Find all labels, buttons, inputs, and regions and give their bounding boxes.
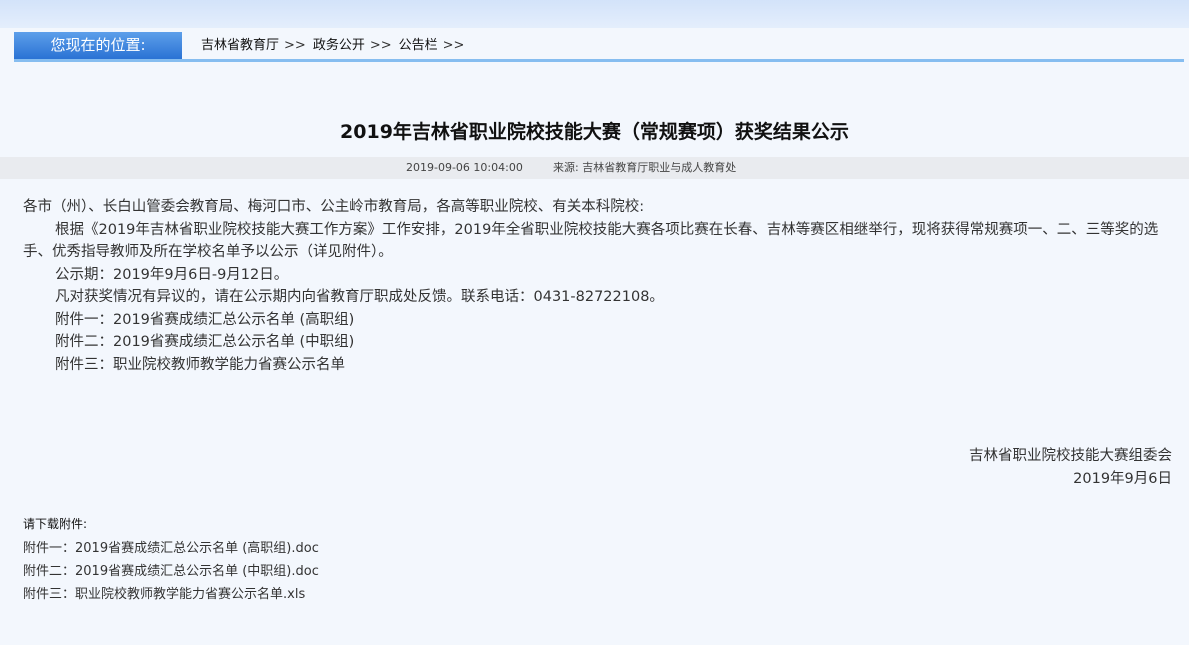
publicity-period: 公示期：2019年9月6日-9月12日。 xyxy=(55,266,289,283)
article-source: 来源: 吉林省教育厅职业与成人教育处 xyxy=(553,161,737,174)
download-attachments: 请下载附件: 附件一：2019省赛成绩汇总公示名单 (高职组).doc 附件二：… xyxy=(23,515,623,606)
breadcrumb-separator: >> xyxy=(442,38,465,53)
download-link-2[interactable]: 附件二：2019省赛成绩汇总公示名单 (中职组).doc xyxy=(23,560,623,583)
article-body: 各市（州）、长白山管委会教育局、梅河口市、公主岭市教育局，各高等职业院校、有关本… xyxy=(23,196,1173,376)
body-paragraph: 根据《2019年吉林省职业院校技能大赛工作方案》工作安排，2019年全省职业院校… xyxy=(23,221,1159,261)
signature-date: 2019年9月6日 xyxy=(1073,471,1172,487)
contact-info: 凡对获奖情况有异议的，请在公示期内向省教育厅职成处反馈。联系电话：0431-82… xyxy=(55,289,664,305)
signature: 吉林省职业院校技能大赛组委会 2019年9月6日 xyxy=(969,445,1172,491)
article-meta: 2019-09-06 10:04:00 来源: 吉林省教育厅职业与成人教育处 xyxy=(0,157,1189,179)
annex-line-3: 附件三：职业院校教师教学能力省赛公示名单 xyxy=(55,356,345,373)
breadcrumb: 您现在的位置: 吉林省教育厅 >> 政务公开 >> 公告栏 >> xyxy=(14,32,1184,62)
download-title: 请下载附件: xyxy=(23,517,88,531)
breadcrumb-item-public-affairs[interactable]: 政务公开 xyxy=(313,32,365,59)
download-link-3[interactable]: 附件三：职业院校教师教学能力省赛公示名单.xls xyxy=(23,583,623,606)
annex-line-1: 附件一：2019省赛成绩汇总公示名单 (高职组) xyxy=(55,311,355,328)
breadcrumb-path: 吉林省教育厅 >> 政务公开 >> 公告栏 >> xyxy=(201,32,471,59)
breadcrumb-separator: >> xyxy=(369,38,392,53)
breadcrumb-separator: >> xyxy=(284,38,306,53)
download-link-1[interactable]: 附件一：2019省赛成绩汇总公示名单 (高职组).doc xyxy=(23,537,623,560)
breadcrumb-item-bulletin[interactable]: 公告栏 xyxy=(399,32,438,59)
breadcrumb-label: 您现在的位置: xyxy=(14,32,182,59)
annex-line-2: 附件二：2019省赛成绩汇总公示名单 (中职组) xyxy=(55,334,355,350)
breadcrumb-item-education-dept[interactable]: 吉林省教育厅 xyxy=(201,32,279,59)
top-banner xyxy=(0,0,1189,28)
salutation: 各市（州）、长白山管委会教育局、梅河口市、公主岭市教育局，各高等职业院校、有关本… xyxy=(23,199,645,215)
publish-date: 2019-09-06 10:04:00 xyxy=(406,161,523,174)
article-title: 2019年吉林省职业院校技能大赛（常规赛项）获奖结果公示 xyxy=(340,121,849,143)
signature-org: 吉林省职业院校技能大赛组委会 xyxy=(969,448,1172,464)
